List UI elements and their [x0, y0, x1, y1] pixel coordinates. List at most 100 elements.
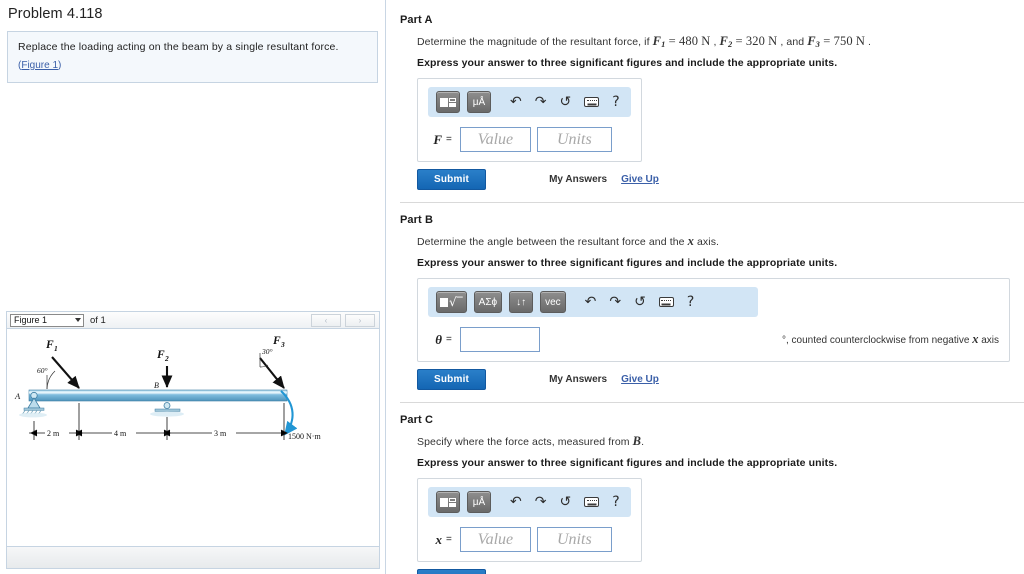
part-a-value-placeholder: Value	[477, 130, 514, 148]
template-icon[interactable]	[436, 91, 460, 113]
symbol-point-b: B	[632, 434, 642, 448]
note-pre: °, counted counterclockwise from negativ…	[781, 335, 973, 346]
svg-text:60°: 60°	[37, 366, 48, 375]
keyboard-icon[interactable]	[656, 297, 677, 307]
part-a-math-toolbar: μÅ ↶ ↷ ↺ ?	[428, 87, 631, 117]
part-b-equals-sign: =	[446, 334, 452, 345]
part-a-heading: Part A	[400, 14, 433, 26]
part-c-value-placeholder: Value	[477, 530, 514, 548]
right-pane: Part A Determine the magnitude of the re…	[386, 0, 1024, 574]
part-c-heading: Part C	[400, 414, 433, 426]
help-icon[interactable]: ?	[609, 495, 622, 509]
reset-icon[interactable]: ↺	[556, 95, 574, 109]
part-c-submit-button[interactable]: Submit	[417, 569, 487, 574]
svg-text:4 m: 4 m	[114, 429, 127, 438]
part-c-instruction: Express your answer to three significant…	[417, 457, 838, 469]
part-a-instruction: Express your answer to three significant…	[417, 57, 838, 69]
micro-angstrom-units-icon[interactable]: μÅ	[467, 91, 491, 113]
svg-text:2: 2	[164, 354, 169, 363]
figure-1-link[interactable]: (Figure 1)	[18, 58, 61, 73]
svg-text:B: B	[154, 381, 159, 390]
figure-prev-button[interactable]: ‹	[311, 313, 341, 327]
template-square-filled	[440, 297, 448, 307]
figure-link-label: Figure 1	[21, 59, 59, 71]
part-c-field-label: x	[435, 531, 443, 547]
part-a-field-row: F = Value Units	[428, 127, 631, 152]
svg-text:30°: 30°	[261, 347, 273, 356]
prompt-text-pre: Determine the magnitude of the resultant…	[417, 36, 653, 48]
reset-icon[interactable]: ↺	[631, 295, 649, 309]
part-a-value-input[interactable]: Value	[459, 127, 531, 152]
help-icon[interactable]: ?	[684, 295, 697, 309]
part-c-equals-sign: =	[446, 534, 452, 545]
part-c-prompt: Specify where the force acts, measured f…	[417, 434, 1024, 449]
part-a-prompt: Determine the magnitude of the resultant…	[417, 34, 1024, 49]
part-b-give-up-link[interactable]: Give Up	[621, 374, 659, 385]
part-divider-bc	[400, 402, 1024, 403]
template-square-filled	[440, 97, 448, 107]
template-square-stack	[449, 97, 456, 107]
svg-text:2 m: 2 m	[47, 429, 60, 438]
keyboard-icon[interactable]	[581, 97, 602, 107]
figure-canvas[interactable]: 60° F 1 B F 2 30° F 3 1500 N·m 2 m 4 m 3…	[7, 329, 379, 546]
page-root: Problem 4.118 Replace the loading acting…	[0, 0, 1024, 574]
value-f1: = 480 N	[665, 34, 711, 48]
template-icon[interactable]	[436, 491, 460, 513]
redo-icon[interactable]: ↷	[532, 495, 550, 509]
keyboard-icon[interactable]	[581, 497, 602, 507]
part-c-submit-row: Submit My Answers Give Up	[417, 569, 1024, 574]
part-b-heading: Part B	[400, 214, 433, 226]
part-a-units-placeholder: Units	[557, 130, 592, 148]
part-a-my-answers-link[interactable]: My Answers	[549, 174, 607, 185]
problem-statement-box: Replace the loading acting on the beam b…	[7, 31, 378, 84]
svg-text:3: 3	[280, 340, 285, 349]
undo-icon[interactable]: ↶	[507, 495, 525, 509]
part-b-instruction: Express your answer to three significant…	[417, 257, 838, 269]
prompt-sep-1: ,	[710, 36, 720, 48]
redo-icon[interactable]: ↷	[606, 295, 624, 309]
part-a-give-up-link[interactable]: Give Up	[621, 174, 659, 185]
part-a-units-input[interactable]: Units	[536, 127, 612, 152]
part-c-math-toolbar: μÅ ↶ ↷ ↺ ?	[428, 487, 631, 517]
figure-select-dropdown[interactable]: Figure 1	[10, 313, 84, 327]
part-divider-ab	[400, 202, 1024, 203]
svg-text:F: F	[45, 339, 54, 351]
micro-angstrom-units-icon[interactable]: μÅ	[467, 491, 491, 513]
note-post: axis	[978, 335, 999, 346]
part-b-submit-button[interactable]: Submit	[417, 369, 487, 390]
undo-icon[interactable]: ↶	[582, 295, 600, 309]
part-a-answer-box: μÅ ↶ ↷ ↺ ? F = Value Units	[417, 78, 642, 162]
keyboard-glyph	[584, 97, 600, 107]
prompt-sep-2: , and	[777, 36, 808, 48]
template-square-stack	[449, 497, 456, 507]
figure-nav-buttons: ‹ ›	[311, 313, 375, 327]
part-b: Part B Determine the angle between the r…	[400, 214, 1024, 390]
undo-icon[interactable]: ↶	[507, 95, 525, 109]
figure-count-label: of 1	[90, 314, 106, 326]
greek-symbols-icon[interactable]: ΑΣϕ	[473, 291, 503, 313]
arrows-updown-icon[interactable]: ↓↑	[509, 291, 534, 313]
prompt-text-end: .	[865, 36, 872, 48]
template-sqrt-icon[interactable]: √‾	[436, 291, 467, 313]
part-a-equals-sign: =	[446, 134, 452, 145]
part-b-prompt: Determine the angle between the resultan…	[417, 234, 1024, 249]
part-c-units-input[interactable]: Units	[536, 527, 612, 552]
chevron-down-icon	[75, 318, 81, 322]
part-b-value-input[interactable]	[459, 327, 540, 352]
part-c-answer-box: μÅ ↶ ↷ ↺ ? x = Value Units	[417, 478, 642, 562]
part-a-submit-button[interactable]: Submit	[417, 169, 487, 190]
figure-next-button[interactable]: ›	[345, 313, 375, 327]
part-b-math-toolbar: √‾ ΑΣϕ ↓↑ vec ↶ ↷ ↺ ?	[428, 287, 758, 317]
part-b-prompt-pre: Determine the angle between the resultan…	[417, 236, 688, 248]
part-b-my-answers-link[interactable]: My Answers	[549, 374, 607, 385]
part-c-value-input[interactable]: Value	[459, 527, 531, 552]
reset-icon[interactable]: ↺	[556, 495, 574, 509]
sqrt-glyph: √‾	[449, 295, 463, 309]
part-a-field-label: F	[433, 131, 442, 147]
template-square-filled	[440, 497, 448, 507]
svg-text:A: A	[14, 391, 21, 401]
keyboard-glyph	[584, 497, 600, 507]
vector-icon[interactable]: vec	[540, 291, 566, 313]
redo-icon[interactable]: ↷	[532, 95, 550, 109]
help-icon[interactable]: ?	[609, 95, 622, 109]
